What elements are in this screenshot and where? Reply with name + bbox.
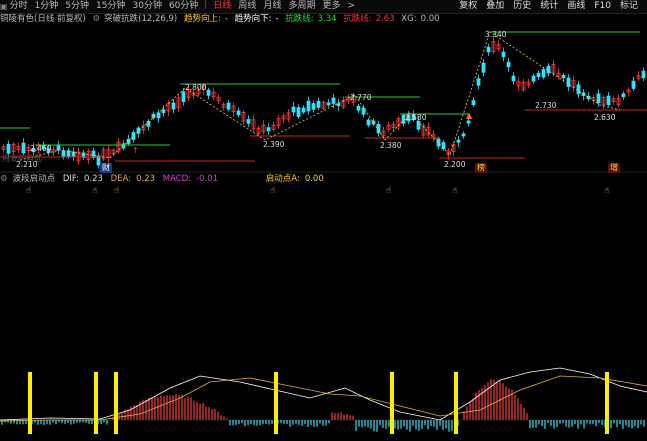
hand-icon: ☝: [92, 186, 98, 196]
candle-body: [536, 72, 541, 78]
candle-body: [161, 109, 166, 114]
candle-body: [561, 74, 566, 79]
candle-body: [266, 127, 271, 132]
signal-bar: [114, 372, 118, 434]
candle-body: [541, 69, 546, 78]
signal-badge[interactable]: 财: [100, 163, 112, 173]
candle-body: [361, 107, 366, 115]
price-label: 2.580: [405, 113, 427, 122]
price-label: 3.340: [485, 30, 507, 39]
up-arrow-icon: ↑: [132, 146, 139, 155]
hand-icon: ☝: [270, 186, 276, 196]
candle-body: [56, 144, 61, 151]
price-label: 2.730: [535, 101, 557, 110]
price-label: 2.770: [350, 93, 372, 102]
up-arrow-icon: ▲: [466, 111, 473, 120]
candle-body: [506, 61, 511, 68]
candle-body: [306, 100, 311, 112]
candle-body: [481, 62, 486, 73]
candle-body: [296, 107, 301, 117]
candle-body: [356, 105, 361, 111]
candle-body: [501, 51, 506, 57]
candle-body: [126, 138, 131, 144]
candle-body: [316, 100, 321, 108]
signal-bar: [605, 372, 609, 434]
candle-body: [471, 100, 476, 106]
candle-body: [21, 142, 26, 154]
candle-body: [181, 91, 186, 102]
candle-body: [326, 102, 331, 106]
candle-body: [631, 80, 636, 89]
signal-bar: [390, 372, 394, 434]
candle-body: [336, 103, 341, 107]
signal-badge[interactable]: 增: [608, 163, 620, 173]
price-label: 2.380: [380, 141, 402, 150]
candle-body: [366, 119, 371, 126]
candle-body: [301, 107, 306, 113]
hand-icon: ☝: [114, 186, 120, 196]
candle-body: [461, 133, 466, 137]
candle-body: [226, 102, 231, 110]
candle-body: [466, 120, 471, 124]
candle-body: [6, 143, 11, 154]
signal-bar: [28, 372, 32, 434]
price-label: 2.630: [594, 113, 616, 122]
signal-badge[interactable]: 榜: [475, 163, 487, 173]
candle-body: [416, 121, 421, 130]
hand-icon: ☝: [452, 186, 458, 196]
candle-body: [621, 93, 626, 98]
candle-body: [596, 93, 601, 103]
candle-body: [456, 139, 461, 143]
candle-body: [511, 75, 516, 82]
price-label: 2.210: [16, 160, 38, 169]
candle-body: [576, 84, 581, 95]
price-label: 2.200: [444, 160, 466, 169]
candle-body: [606, 95, 611, 106]
candle-body: [206, 89, 211, 96]
candle-body: [246, 119, 251, 124]
kline-chart[interactable]: ↑▲: [0, 0, 647, 441]
hand-icon: ☝: [604, 186, 610, 196]
hand-icon: ☝: [386, 186, 392, 196]
candle-body: [331, 97, 336, 104]
candle-body: [641, 70, 646, 79]
candle-body: [486, 46, 491, 53]
candle-body: [71, 151, 76, 157]
trend-line: [19, 31, 621, 161]
signal-bar: [454, 372, 458, 434]
candle-body: [61, 150, 66, 157]
signal-bar: [94, 372, 98, 434]
candle-body: [291, 106, 296, 113]
signal-bar: [274, 372, 278, 434]
candle-body: [436, 138, 441, 147]
price-label: 2.460: [30, 144, 52, 153]
candle-body: [171, 102, 176, 110]
candle-body: [376, 124, 381, 134]
hand-icon: ☝: [26, 186, 32, 196]
candle-body: [531, 75, 536, 82]
price-label: 2.800: [185, 83, 207, 92]
candle-body: [311, 103, 316, 110]
candle-body: [236, 110, 241, 116]
candle-body: [476, 78, 481, 86]
price-label: 2.390: [263, 140, 285, 149]
